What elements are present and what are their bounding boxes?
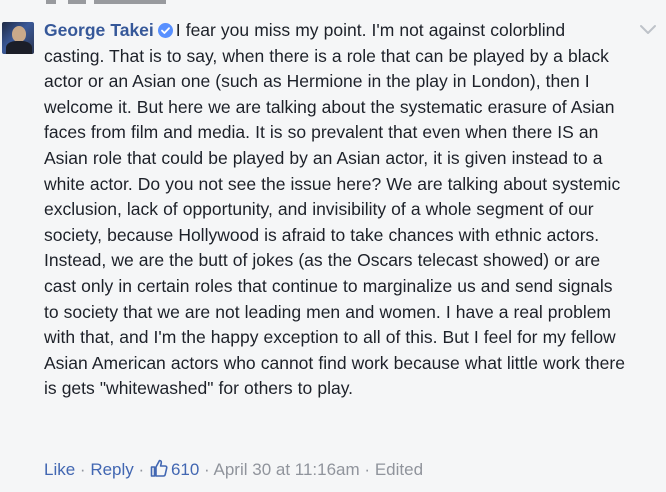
cropped-text-fragment [46,0,166,4]
comment-text: I fear you miss my point. I'm not agains… [44,20,625,399]
separator: · [204,460,210,479]
separator: · [138,460,145,479]
timestamp[interactable]: April 30 at 11:16am [214,460,360,479]
comment-body: George Takei I fear you miss my point. I'… [44,18,628,402]
avatar-body [6,41,32,54]
thumbs-up-icon[interactable] [149,458,169,478]
chevron-down-icon[interactable] [638,22,658,38]
comment-actions: Like · Reply · 610 · April 30 at 11:16am… [44,457,423,483]
previous-content-edge [0,0,666,10]
edited-label[interactable]: Edited [375,460,423,479]
verified-badge-icon [157,23,173,38]
like-count[interactable]: 610 [171,460,199,479]
like-link[interactable]: Like [44,460,75,479]
avatar-face [12,26,26,42]
separator: · [79,460,86,479]
author-name[interactable]: George Takei [44,20,154,40]
comment-container: George Takei I fear you miss my point. I'… [0,0,666,492]
separator: · [364,460,371,479]
avatar[interactable] [2,22,34,54]
reply-link[interactable]: Reply [90,460,133,479]
